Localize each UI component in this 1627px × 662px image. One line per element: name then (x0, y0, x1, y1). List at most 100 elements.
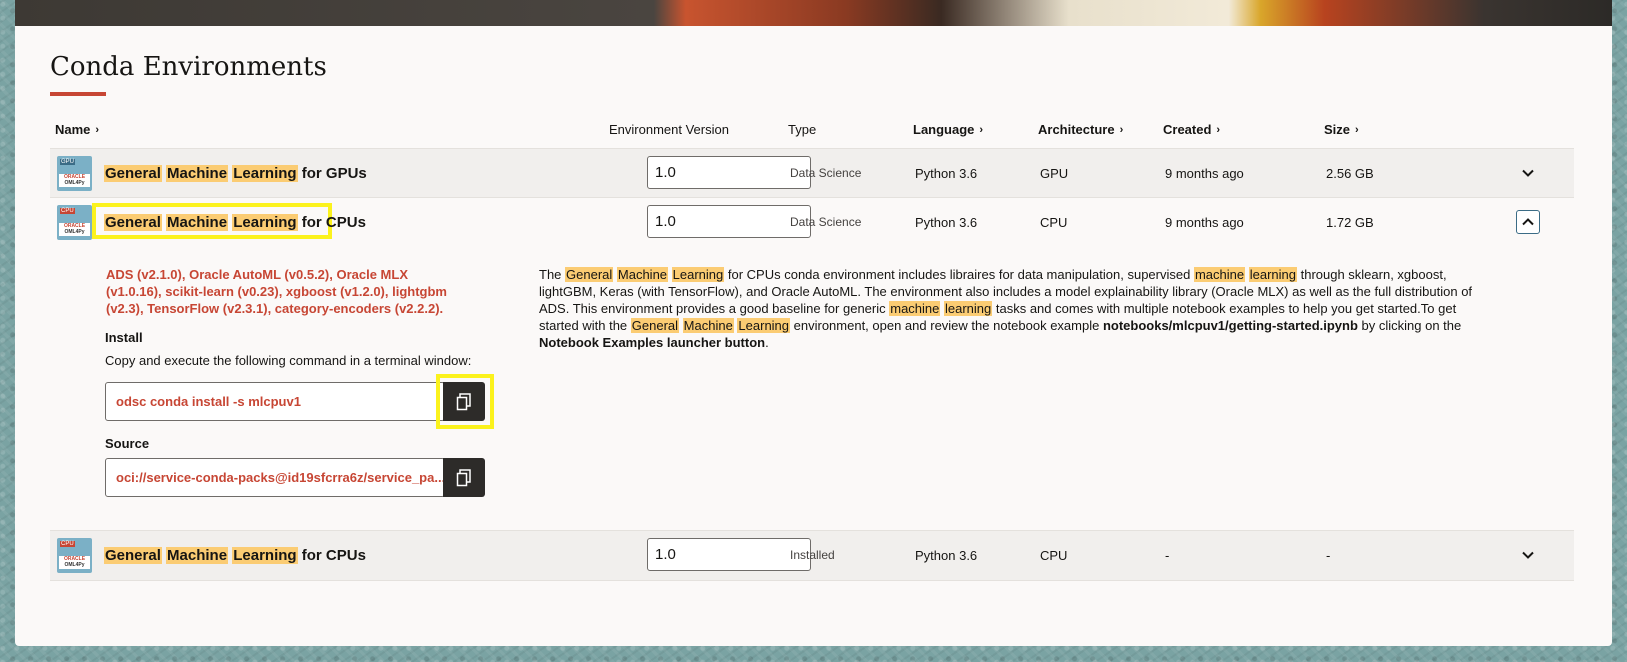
environment-name[interactable]: General Machine Learning for CPUs (104, 214, 366, 231)
notebook-launcher-reference: Notebook Examples launcher button (539, 335, 766, 350)
version-input[interactable] (647, 156, 811, 189)
name-highlight: General (104, 165, 162, 182)
name-highlight: Learning (232, 214, 298, 231)
thumbnail-badge: CPU (60, 208, 75, 214)
name-highlight: General (104, 214, 162, 231)
desc-highlight: machine (889, 301, 941, 316)
size-cell: - (1326, 548, 1331, 563)
chevron-down-icon (1522, 551, 1534, 559)
chevron-right-icon: › (1355, 123, 1359, 136)
name-highlight: Machine (166, 165, 229, 182)
column-header-name-label: Name (55, 122, 91, 137)
collapse-row-button[interactable] (1516, 210, 1540, 234)
install-hint: Copy and execute the following command i… (105, 353, 472, 368)
column-header-type: Type (788, 122, 816, 137)
expand-row-button[interactable] (1516, 543, 1540, 567)
desc-text: by clicking on the (1357, 318, 1462, 333)
environment-description: The General Machine Learning for CPUs co… (539, 266, 1479, 351)
chevron-right-icon: › (979, 123, 984, 136)
desc-text: The (539, 267, 566, 282)
desc-highlight: Machine (682, 318, 734, 333)
architecture-cell: CPU (1040, 215, 1068, 230)
conda-environments-panel: Conda Environments Name › Environment Ve… (15, 26, 1612, 646)
install-label: Install (105, 330, 143, 345)
chevron-right-icon: › (1119, 123, 1124, 136)
column-header-size-label: Size (1324, 122, 1351, 137)
desc-highlight: General (565, 267, 614, 282)
desc-highlight: learning (1248, 267, 1297, 282)
environment-name[interactable]: General Machine Learning for GPUs (104, 165, 367, 182)
architecture-cell: GPU (1040, 166, 1069, 181)
name-highlight: Learning (232, 165, 298, 182)
name-suffix: for CPUs (301, 547, 366, 564)
column-header-version-label: Environment Version (609, 122, 729, 137)
type-cell: Installed (790, 548, 835, 562)
desc-highlight: Learning (737, 318, 791, 333)
table-row[interactable]: CPU ORACLE OML4Py General Machine Learnin… (50, 530, 1574, 581)
copy-icon (456, 468, 471, 486)
thumbnail-badge: GPU (60, 159, 76, 165)
thumbnail-brand: ORACLE OML4Py (59, 174, 90, 187)
desc-text: for CPUs conda environment includes libr… (724, 267, 1194, 282)
environment-thumbnail: CPU ORACLE OML4Py (57, 205, 92, 240)
environment-thumbnail: GPU ORACLE OML4Py (57, 156, 92, 191)
desc-highlight: learning (944, 301, 993, 316)
column-header-size[interactable]: Size › (1324, 122, 1359, 137)
thumbnail-brand: ORACLE OML4Py (59, 223, 90, 236)
install-command-field[interactable]: odsc conda install -s mlcpuv1 (105, 382, 445, 421)
language-cell: Python 3.6 (915, 215, 978, 230)
version-input[interactable] (647, 205, 811, 238)
source-field[interactable]: oci://service-conda-packs@id19sfcrra6z/s… (105, 458, 445, 497)
brand-sub-text: OML4Py (64, 180, 85, 186)
table-row[interactable]: CPU ORACLE OML4Py General Machine Learnin… (50, 197, 1574, 247)
desc-highlight: Learning (671, 267, 725, 282)
created-cell: 9 months ago (1165, 166, 1244, 181)
type-cell: Data Science (790, 166, 862, 180)
header-banner (15, 0, 1612, 26)
chevron-right-icon: › (95, 123, 100, 136)
size-cell: 1.72 GB (1326, 215, 1374, 230)
source-label: Source (105, 436, 150, 451)
type-cell: Data Science (790, 215, 862, 229)
desc-highlight: General (630, 318, 680, 333)
table-row[interactable]: GPU ORACLE OML4Py General Machine Learnin… (50, 148, 1574, 198)
chevron-up-icon (1522, 218, 1534, 226)
expand-row-button[interactable] (1516, 161, 1540, 185)
desc-highlight: Machine (616, 267, 669, 282)
column-header-architecture[interactable]: Architecture › (1038, 122, 1123, 137)
name-highlight: Learning (232, 547, 298, 564)
chevron-down-icon (1522, 169, 1534, 177)
language-cell: Python 3.6 (915, 166, 978, 181)
environment-name[interactable]: General Machine Learning for CPUs (104, 547, 366, 564)
column-header-type-label: Type (788, 122, 817, 137)
language-cell: Python 3.6 (915, 548, 978, 563)
title-underline (50, 92, 106, 96)
architecture-cell: CPU (1040, 548, 1068, 563)
name-suffix: for GPUs (301, 165, 367, 182)
created-cell: 9 months ago (1165, 215, 1244, 230)
brand-sub-text: OML4Py (64, 562, 85, 568)
thumbnail-brand: ORACLE OML4Py (59, 556, 90, 569)
thumbnail-badge: CPU (60, 541, 75, 547)
desc-highlight: machine (1193, 267, 1246, 282)
chevron-right-icon: › (1216, 123, 1221, 136)
column-header-language[interactable]: Language › (913, 122, 983, 137)
column-header-language-label: Language (913, 122, 975, 137)
copy-install-command-button[interactable] (443, 382, 485, 421)
column-header-name[interactable]: Name › (55, 122, 99, 137)
column-header-version: Environment Version (609, 122, 729, 137)
column-header-architecture-label: Architecture (1038, 122, 1115, 137)
desc-text: . (765, 335, 769, 350)
version-input[interactable] (647, 538, 811, 571)
copy-source-button[interactable] (443, 458, 485, 497)
name-highlight: Machine (166, 214, 229, 231)
name-suffix: for CPUs (301, 214, 366, 231)
library-list: ADS (v2.1.0), Oracle AutoML (v0.5.2), Or… (106, 267, 447, 316)
copy-icon (456, 392, 471, 410)
column-header-created[interactable]: Created › (1163, 122, 1220, 137)
column-header-created-label: Created (1163, 122, 1212, 137)
notebook-path: notebooks/mlcpuv1/getting-started.ipynb (1102, 318, 1358, 333)
name-highlight: Machine (166, 547, 229, 564)
created-cell: - (1165, 548, 1170, 563)
environment-thumbnail: CPU ORACLE OML4Py (57, 538, 92, 573)
